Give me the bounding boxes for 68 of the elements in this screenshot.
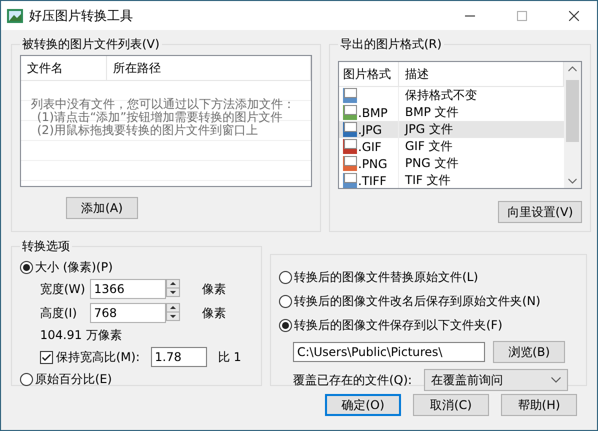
radio-button[interactable] bbox=[279, 294, 292, 308]
format-description: PNG 文件 bbox=[404, 155, 458, 172]
format-name: .GIF bbox=[358, 140, 382, 154]
ratio-suffix: 比 1 bbox=[218, 348, 242, 366]
format-description: BMP 文件 bbox=[404, 104, 459, 121]
wizard-settings-button[interactable]: 向里设置(V) bbox=[498, 201, 582, 223]
group-title: 被转换的图片文件列表(V) bbox=[21, 36, 161, 53]
format-list[interactable]: 图片格式 描述 保持格式不变 .BMP BMP 文件 .JPG JPG 文件 .GIF GIF 文件 .PNG PNG 文件 .TIFF TIF 文件 bbox=[338, 61, 582, 189]
group-title: 转换选项 bbox=[21, 238, 71, 255]
radio-button[interactable] bbox=[20, 260, 33, 274]
format-description: 保持格式不变 bbox=[404, 87, 477, 104]
scrollbar[interactable] bbox=[564, 62, 581, 188]
scroll-thumb[interactable] bbox=[566, 80, 579, 142]
format-row[interactable]: .PNG PNG 文件 bbox=[339, 155, 564, 172]
column-header[interactable]: 图片格式 bbox=[339, 62, 399, 86]
overwrite-label: 覆盖已存在的文件(Q): bbox=[293, 372, 412, 388]
field-label: 宽度(W) bbox=[40, 280, 86, 298]
format-row[interactable]: 保持格式不变 bbox=[339, 87, 564, 104]
unit-label: 像素 bbox=[202, 304, 226, 322]
format-name: .BMP bbox=[358, 106, 388, 120]
add-button[interactable]: 添加(A) bbox=[66, 197, 138, 219]
radio-button[interactable] bbox=[20, 372, 33, 386]
format-name: .PNG bbox=[358, 156, 388, 170]
format-description: TIF 文件 bbox=[404, 172, 451, 188]
number-field[interactable]: 1366 bbox=[90, 279, 166, 299]
number-field[interactable]: 768 bbox=[90, 303, 166, 323]
window-title: 好压图片转换工具 bbox=[29, 8, 134, 24]
app-icon bbox=[7, 8, 23, 24]
file-list[interactable]: 文件名 所在路径 列表中没有文件，您可以通过以下方法添加文件： (1)请点击“添加”按钮增加需要转换的图片文件 (2)用鼠标拖拽要转换的图片文件到窗口上 bbox=[20, 55, 312, 187]
format-row[interactable]: .GIF GIF 文件 bbox=[339, 138, 564, 155]
radio-label: 转换后的图像文件保存到以下文件夹(F) bbox=[294, 316, 502, 334]
column-header[interactable]: 所在路径 bbox=[107, 56, 311, 80]
ratio-field[interactable]: 1.78 bbox=[150, 347, 207, 367]
format-description: GIF 文件 bbox=[404, 138, 453, 155]
radio-label: 原始百分比(E) bbox=[35, 370, 112, 388]
dialog-button[interactable]: 取消(C) bbox=[413, 394, 489, 416]
format-description: JPG 文件 bbox=[403, 121, 453, 138]
format-row[interactable]: .TIFF TIF 文件 bbox=[339, 172, 564, 188]
overwrite-dropdown[interactable]: 在覆盖前询问 bbox=[424, 369, 568, 391]
unit-label: 像素 bbox=[202, 280, 226, 298]
dialog-button[interactable]: 帮助(H) bbox=[501, 394, 577, 416]
radio-label: 转换后的图像文件改名后保存到原始文件夹(N) bbox=[294, 292, 540, 310]
scroll-up-icon[interactable] bbox=[568, 66, 577, 72]
hint-text: (1)请点击“添加”按钮增加需要转换的图片文件 bbox=[36, 111, 284, 124]
radio-button[interactable] bbox=[279, 318, 292, 332]
group-title: 导出的图片格式(R) bbox=[339, 36, 443, 53]
radio-label: 大小 (像素)(P) bbox=[35, 258, 113, 276]
chevron-down-icon[interactable] bbox=[550, 377, 561, 383]
spin-arrows-icon[interactable] bbox=[166, 279, 180, 297]
checkbox[interactable] bbox=[40, 350, 53, 364]
maximize-icon bbox=[517, 10, 527, 20]
field-label: 高度(I) bbox=[40, 304, 78, 322]
radio-label: 转换后的图像文件替换原始文件(L) bbox=[294, 268, 478, 286]
megapixel-text: 104.91 万像素 bbox=[39, 327, 123, 344]
format-name: .JPG bbox=[358, 122, 382, 136]
dialog-button[interactable]: 确定(O) bbox=[325, 394, 401, 416]
browse-button[interactable]: 浏览(B) bbox=[493, 341, 566, 363]
hint-text: 列表中没有文件，您可以通过以下方法添加文件： bbox=[31, 98, 295, 111]
hint-text: (2)用鼠标拖拽要转换的图片文件到窗口上 bbox=[36, 124, 259, 137]
spin-arrows-icon[interactable] bbox=[166, 303, 180, 321]
radio-button[interactable] bbox=[279, 270, 292, 284]
format-name: .TIFF bbox=[358, 174, 386, 188]
format-row[interactable]: .JPG JPG 文件 bbox=[339, 121, 564, 138]
close-icon bbox=[569, 10, 579, 20]
column-header[interactable]: 文件名 bbox=[21, 56, 107, 80]
checkbox-label: 保持宽高比(M): bbox=[56, 348, 140, 366]
folder-path-field[interactable]: C:\Users\Public\Pictures\ bbox=[293, 342, 486, 362]
scroll-down-icon[interactable] bbox=[568, 178, 577, 184]
